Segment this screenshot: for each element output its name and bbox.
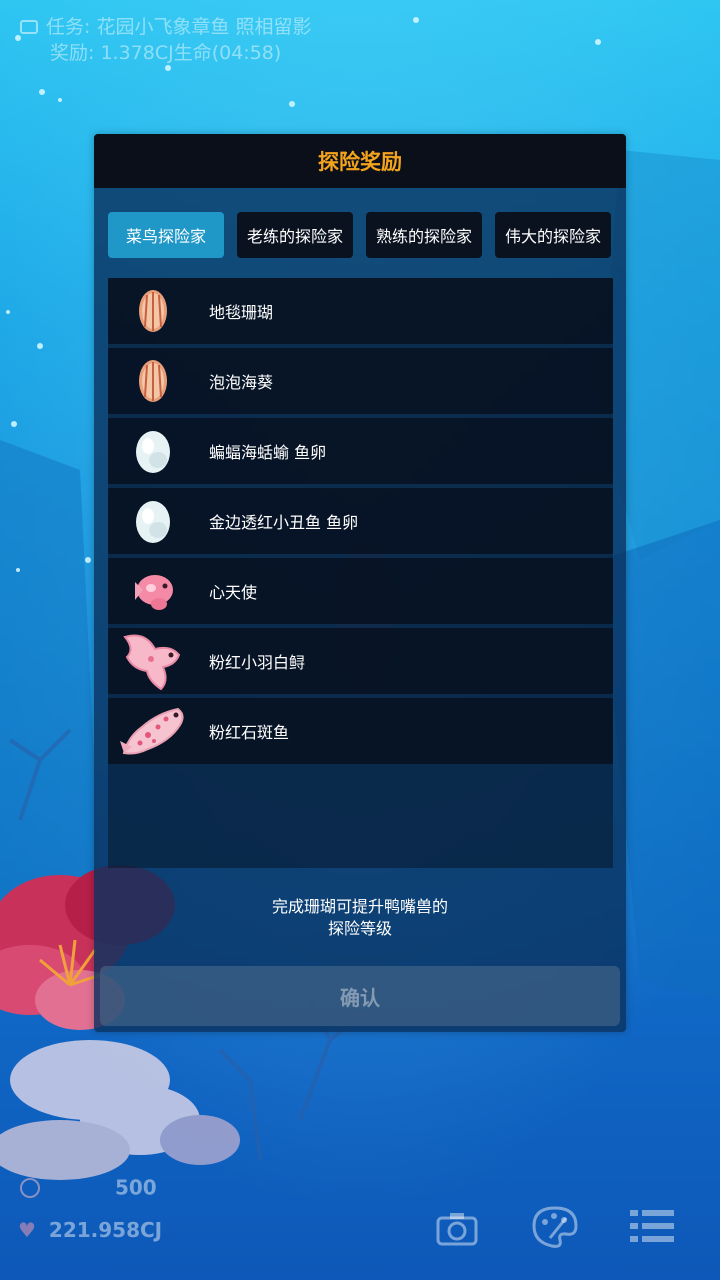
item-label: 粉红小羽白鲟 (209, 653, 306, 672)
item-label: 心天使 (209, 583, 258, 602)
list-menu-icon (630, 1210, 674, 1242)
tab-veteran-explorer[interactable]: 老练的探险家 (237, 212, 353, 258)
level-hint: 完成珊瑚可提升鸭嘴兽的 探险等级 (94, 896, 626, 940)
item-label: 粉红石斑鱼 (209, 723, 290, 742)
palette-icon (532, 1206, 578, 1248)
currency-hud: ♥ 221.958CJ (18, 1218, 162, 1242)
tab-rookie-explorer[interactable]: 菜鸟探险家 (108, 212, 224, 258)
tab-skilled-explorer[interactable]: 熟练的探险家 (366, 212, 482, 258)
shell-icon (118, 348, 188, 414)
camera-icon (436, 1213, 478, 1246)
list-item[interactable]: 金边透红小丑鱼 鱼卵 (108, 488, 613, 554)
list-item[interactable]: 粉红石斑鱼 (108, 698, 613, 764)
list-item[interactable]: 地毯珊瑚 (108, 278, 613, 344)
reward-list: 地毯珊瑚 泡泡海葵 蝙蝠海蛞蝓 鱼卵 金边透红小丑鱼 鱼卵 心天使 粉红小羽白鲟… (108, 278, 613, 868)
list-item[interactable]: 泡泡海葵 (108, 348, 613, 414)
dialog-title: 探险奖励 (318, 150, 402, 174)
dialog-header: 探险奖励 (94, 134, 626, 188)
list-item[interactable]: 粉红小羽白鲟 (108, 628, 613, 694)
quest-task: 任务: 花园小飞象章鱼 照相留影 (46, 16, 312, 38)
quest-reward: 奖励: 1.378CJ生命(04:58) (50, 42, 282, 64)
item-label: 蝙蝠海蛞蝓 鱼卵 (209, 443, 327, 462)
item-label: 泡泡海葵 (209, 373, 274, 392)
heart-icon: ♥ (18, 1218, 36, 1242)
item-label: 金边透红小丑鱼 鱼卵 (209, 513, 359, 532)
badge-icon (20, 1177, 40, 1198)
item-label: 地毯珊瑚 (209, 303, 274, 322)
list-item[interactable]: 心天使 (108, 558, 613, 624)
confirm-button[interactable]: 确认 (100, 966, 620, 1026)
score-hud: 500 (20, 1174, 157, 1200)
level-hint-line1: 完成珊瑚可提升鸭嘴兽的 (271, 897, 448, 916)
quest-hud: 任务: 花园小飞象章鱼 照相留影 奖励: 1.378CJ生命(04:58) (20, 14, 311, 66)
egg-icon (118, 418, 188, 484)
rank-tabs: 菜鸟探险家 老练的探险家 熟练的探险家 伟大的探险家 (108, 212, 612, 258)
currency-value: 221.958CJ (48, 1218, 163, 1242)
menu-list-button[interactable] (628, 1208, 676, 1248)
score-value: 500 (114, 1175, 157, 1200)
egg-icon (118, 488, 188, 554)
pink-fish-icon (118, 558, 188, 624)
shell-icon (118, 278, 188, 344)
exploration-reward-dialog: 探险奖励 菜鸟探险家 老练的探险家 熟练的探险家 伟大的探险家 地毯珊瑚 泡泡海… (94, 134, 626, 1032)
camera-button[interactable] (434, 1208, 482, 1248)
pink-butterfly-fish-icon (118, 628, 188, 694)
level-hint-line2: 探险等级 (327, 919, 392, 938)
list-item[interactable]: 蝙蝠海蛞蝓 鱼卵 (108, 418, 613, 484)
palette-button[interactable] (530, 1204, 578, 1248)
tab-great-explorer[interactable]: 伟大的探险家 (495, 212, 611, 258)
pink-grouper-icon (118, 698, 188, 764)
camera-icon (20, 20, 38, 34)
